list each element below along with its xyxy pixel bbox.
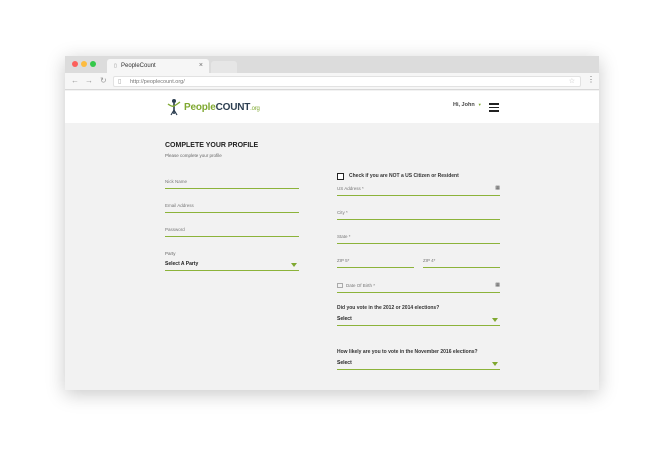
calendar-icon[interactable]: ▦ [495, 282, 500, 288]
question-2012-value: Select [337, 316, 352, 322]
zip5-placeholder: ZIP 5* [337, 258, 350, 263]
city-placeholder: City * [337, 210, 348, 215]
zip4-placeholder: ZIP 4* [423, 258, 436, 263]
question-2016: How likely are you to vote in the Novemb… [337, 349, 478, 355]
logo-org: .org [250, 106, 260, 112]
password-placeholder: Password [165, 227, 185, 232]
browser-toolbar: ← → ↻ ▯ http://peoplecount.org/ ☆ ⋮ [65, 73, 599, 90]
logo-count: COUNT [215, 102, 251, 113]
caret-down-icon: ▼ [477, 102, 482, 107]
browser-tab[interactable]: ▯ PeopleCount × [107, 59, 209, 73]
logo-figure-icon [167, 99, 181, 116]
question-2016-select[interactable]: Select [337, 358, 500, 370]
dob-label-wrap: Date Of Birth * [337, 283, 376, 289]
page-subtitle: Please complete your profile [165, 153, 222, 158]
tab-title: PeopleCount [121, 63, 156, 69]
not-us-citizen-label: Check if you are NOT a US Citizen or Res… [349, 173, 459, 179]
user-greeting: Hi, John [453, 102, 475, 108]
reload-button[interactable]: ↻ [100, 76, 107, 85]
zip4-field[interactable]: ZIP 4* [423, 256, 500, 268]
user-menu[interactable]: Hi, John ▼ [453, 102, 482, 108]
back-button[interactable]: ← [71, 76, 79, 85]
browser-window: ▯ PeopleCount × ← → ↻ ▯ http://peoplecou… [65, 56, 599, 390]
dropdown-triangle-icon [291, 263, 297, 267]
not-us-citizen-checkbox[interactable] [337, 173, 344, 180]
url-text: http://peoplecount.org/ [130, 79, 185, 85]
dob-field[interactable]: Date Of Birth * ▦ [337, 281, 500, 293]
email-placeholder: Email Address [165, 203, 194, 208]
party-select[interactable]: Select A Party [165, 259, 299, 271]
title-bar: ▯ PeopleCount × [65, 56, 599, 73]
close-window-button[interactable] [72, 61, 78, 67]
new-tab-button[interactable] [211, 61, 237, 73]
us-address-field[interactable]: US Address * ▦ [337, 184, 500, 196]
question-2016-value: Select [337, 360, 352, 366]
email-field[interactable]: Email Address [165, 201, 299, 213]
site-logo[interactable]: PeopleCOUNT.org [184, 102, 260, 113]
location-icon: ▦ [495, 185, 500, 191]
page-title: COMPLETE YOUR PROFILE [165, 142, 259, 149]
password-field[interactable]: Password [165, 225, 299, 237]
forward-button[interactable]: → [85, 76, 93, 85]
hamburger-icon[interactable] [489, 103, 499, 114]
city-field[interactable]: City * [337, 208, 500, 220]
dob-placeholder: Date Of Birth * [346, 283, 376, 288]
profile-form: COMPLETE YOUR PROFILE Please complete yo… [65, 123, 599, 390]
party-value: Select A Party [165, 261, 199, 267]
state-field[interactable]: State * [337, 232, 500, 244]
logo-people: People [184, 102, 216, 113]
calendar-icon [337, 283, 343, 289]
menu-dots-icon[interactable]: ⋮ [587, 76, 595, 84]
nick-name-field[interactable]: Nick Name [165, 177, 299, 189]
maximize-window-button[interactable] [90, 61, 96, 67]
star-icon[interactable]: ☆ [569, 77, 575, 85]
dropdown-triangle-icon [492, 318, 498, 322]
state-placeholder: State * [337, 234, 351, 239]
question-2012: Did you vote in the 2012 or 2014 electio… [337, 305, 440, 311]
address-bar[interactable]: ▯ http://peoplecount.org/ ☆ [113, 76, 581, 87]
party-label: Party [165, 251, 176, 256]
page-icon: ▯ [114, 63, 117, 69]
nick-name-placeholder: Nick Name [165, 179, 188, 184]
dropdown-triangle-icon [492, 362, 498, 366]
us-address-placeholder: US Address * [337, 186, 364, 191]
minimize-window-button[interactable] [81, 61, 87, 67]
zip5-field[interactable]: ZIP 5* [337, 256, 414, 268]
page-icon: ▯ [118, 79, 122, 85]
site-header: PeopleCOUNT.org Hi, John ▼ [65, 91, 599, 123]
close-tab-icon[interactable]: × [199, 62, 203, 69]
question-2012-select[interactable]: Select [337, 314, 500, 326]
